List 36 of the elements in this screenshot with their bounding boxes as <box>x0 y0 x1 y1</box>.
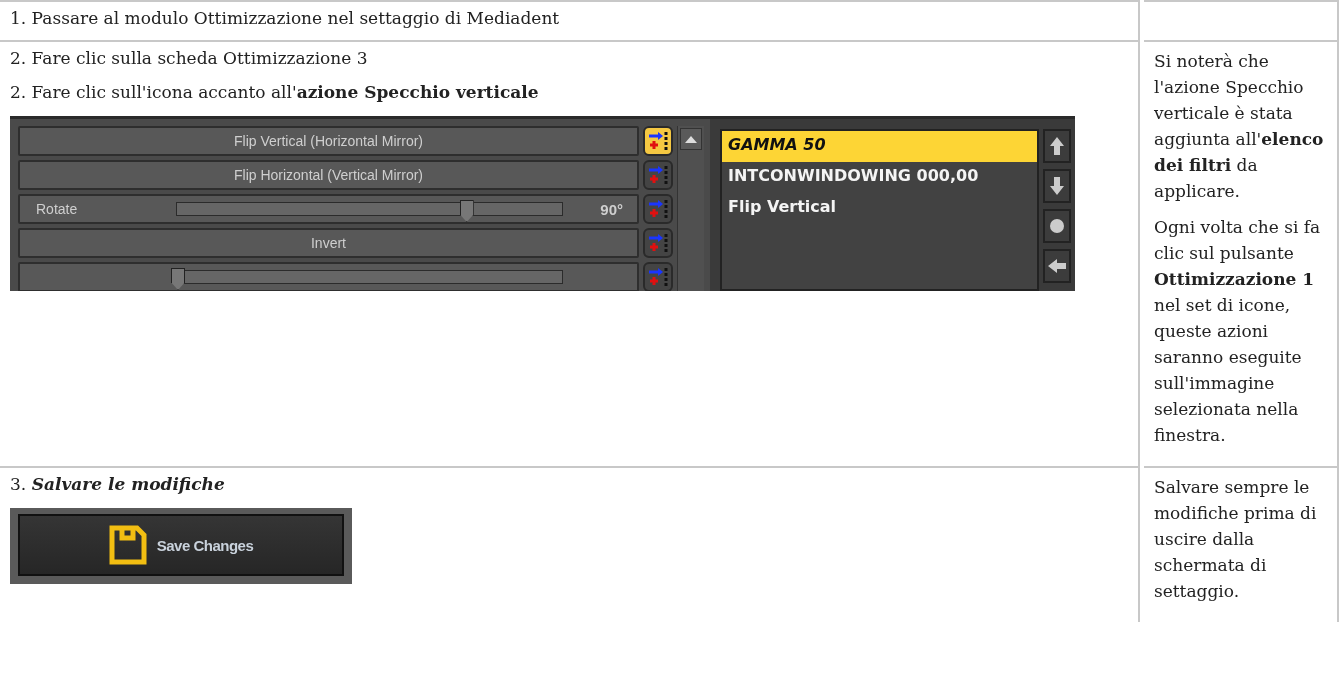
add-filter-icon <box>647 232 669 254</box>
scroll-up-button[interactable] <box>680 128 702 150</box>
step-text: 1. Passare al modulo Ottimizzazione nel settaggio di Mediadent <box>10 8 561 28</box>
add-filter-button[interactable] <box>643 126 673 156</box>
slider-value: 90° <box>599 200 623 218</box>
step-text: 2. Fare clic sull'icona accanto all'azione Specchio verticale <box>10 82 540 102</box>
dot-button[interactable] <box>1043 209 1071 243</box>
dot-icon <box>1050 219 1064 233</box>
step-heading: 3. Salvare le modifiche <box>10 474 226 494</box>
slider-label: Rotate <box>36 201 79 217</box>
note-text: Salvare sempre le modifiche prima di uscire dalla schermata di settaggio. <box>1154 476 1318 603</box>
note-text: Ogni volta che si fa clic sul pulsante Ottimizzazione 1 nel set di icone, queste azioni saranno eseguite sull'immagine selezionata nella finestra. <box>1154 216 1322 447</box>
note-text: Si noterà che l'azione Specchio verticale è stata aggiunta all'elenco dei filtri da applicare. <box>1154 50 1325 203</box>
action-button[interactable]: Flip Vertical (Horizontal Mirror) <box>18 126 639 156</box>
arrow-left-button[interactable] <box>1043 249 1071 283</box>
add-filter-icon <box>647 164 669 186</box>
save-changes-button[interactable]: Save Changes <box>18 514 344 576</box>
action-button[interactable]: Invert <box>18 228 639 258</box>
step-text: 2. Fare clic sulla scheda Ottimizzazione 3 <box>10 48 369 68</box>
slider-thumb[interactable] <box>171 268 185 290</box>
move-down-button[interactable] <box>1043 169 1071 203</box>
arrow-down-icon <box>1049 176 1065 196</box>
arrow-left-icon <box>1047 258 1067 274</box>
add-filter-icon <box>647 130 669 152</box>
action-button[interactable]: Flip Horizontal (Vertical Mirror) <box>18 160 639 190</box>
slider-control[interactable]: Rotate 90° <box>18 194 639 224</box>
slider-thumb[interactable] <box>459 200 474 222</box>
filter-item[interactable]: GAMMA 50 <box>722 131 1037 162</box>
filter-item[interactable]: INTCONWINDOWING 000,00 <box>722 162 1037 193</box>
arrow-up-icon <box>1049 136 1065 156</box>
add-filter-icon <box>647 198 669 220</box>
move-up-button[interactable] <box>1043 129 1071 163</box>
slider-control[interactable] <box>18 262 639 291</box>
add-filter-icon <box>647 266 669 288</box>
triangle-up-icon <box>685 135 697 143</box>
filter-item[interactable]: Flip Vertical <box>722 193 1037 224</box>
